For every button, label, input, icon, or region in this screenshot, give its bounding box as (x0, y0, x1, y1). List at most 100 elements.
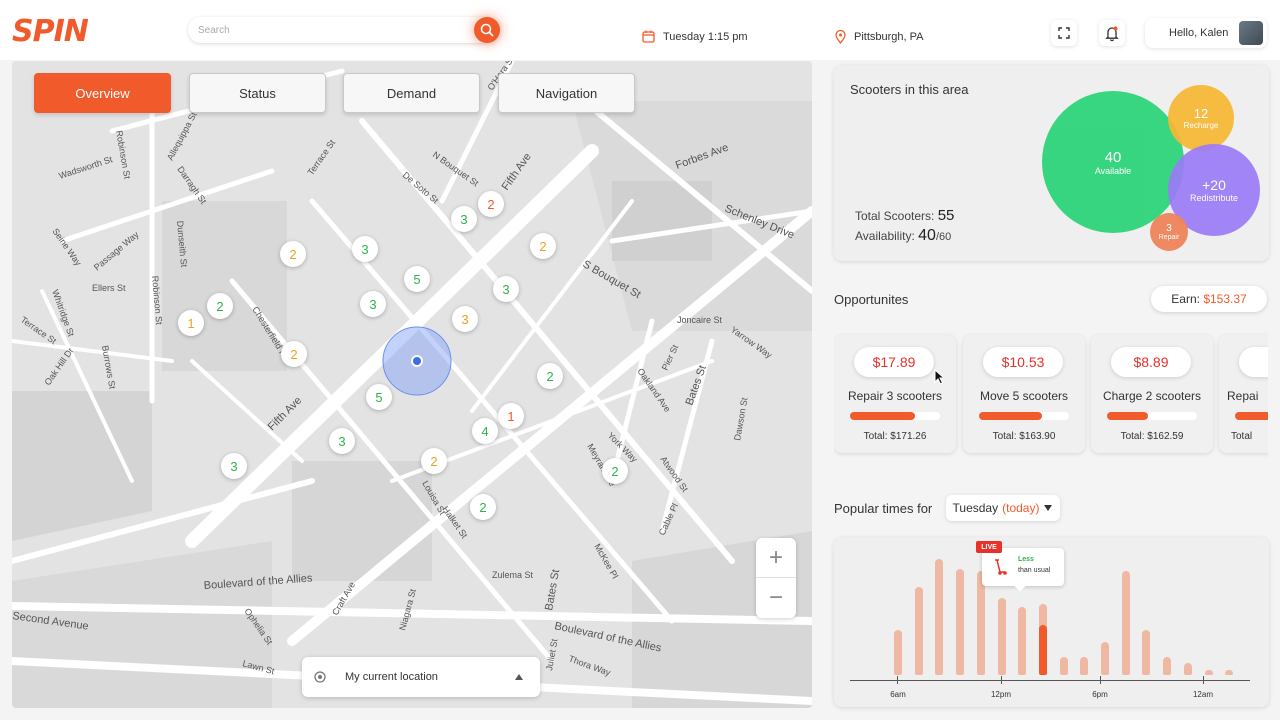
search-bar[interactable] (188, 17, 500, 43)
search-icon (480, 23, 494, 37)
popular-times-bar (1183, 663, 1192, 675)
popular-times-title: Popular times for (834, 501, 933, 516)
popular-times-live-bar (1038, 625, 1047, 675)
opportunity-card[interactable]: $8.89 Charge 2 scooters Total: $162.59 (1091, 335, 1213, 453)
map-canvas: Wadsworth St Robinson St Allequippa St D… (12, 61, 812, 708)
crosshair-icon (314, 671, 326, 683)
scooter-cluster-marker[interactable]: 3 (352, 236, 378, 262)
opportunity-progress-fill (850, 412, 915, 420)
bell-icon (1105, 26, 1119, 42)
opportunity-name: Move 5 scooters (979, 389, 1069, 403)
opportunity-progress (1235, 412, 1268, 420)
tab-overview[interactable]: Overview (34, 73, 171, 113)
popular-times-bar (1059, 657, 1068, 675)
day-selector[interactable]: Tuesday (today) (946, 495, 1060, 521)
search-button[interactable] (474, 17, 500, 43)
fullscreen-icon (1058, 27, 1070, 39)
opportunity-total: Total: $171.26 (863, 431, 927, 442)
opportunity-total: Total: $163.90 (992, 431, 1056, 442)
opportunity-price: $8.89 (1111, 347, 1191, 377)
opportunity-price: $ (1239, 347, 1268, 377)
opportunities-row: $17.89 Repair 3 scooters Total: $171.26 … (834, 61, 1268, 461)
location-display: Pittsburgh, PA (835, 30, 924, 44)
current-location-label: My current location (345, 671, 438, 683)
popular-times-bar (1121, 571, 1130, 675)
scooter-cluster-marker[interactable]: 1 (178, 310, 204, 336)
axis-label: 12pm (990, 690, 1011, 699)
scooter-cluster-marker[interactable]: 3 (221, 453, 247, 479)
popular-times-bar (894, 630, 902, 675)
day-selector-suffix: (today) (1002, 501, 1040, 515)
user-menu[interactable]: Hello, Kalen (1145, 18, 1267, 48)
axis-tick (1203, 676, 1204, 684)
opportunity-name: Repai (1227, 389, 1259, 403)
opportunity-name: Repair 3 scooters (847, 389, 943, 403)
scooter-cluster-marker[interactable]: 2 (537, 363, 563, 389)
scooter-cluster-marker[interactable]: 2 (280, 241, 306, 267)
calendar-icon (642, 30, 655, 43)
opportunity-total: Total: $162.59 (1120, 431, 1184, 442)
popular-times-bar (1142, 630, 1151, 675)
scooter-cluster-marker[interactable]: 3 (451, 206, 477, 232)
popular-times-card: 6am 12pm 6pm 12am Less than usual LIVE (834, 537, 1269, 707)
day-selector-value: Tuesday (952, 501, 999, 515)
notifications-button[interactable] (1099, 20, 1125, 46)
tooltip-strong: Less (1018, 556, 1034, 563)
opportunity-price: $10.53 (983, 347, 1063, 377)
opportunity-card[interactable]: $ Repai Total (1219, 335, 1268, 453)
popular-times-bar (1163, 657, 1172, 675)
opportunity-card[interactable]: $17.89 Repair 3 scooters Total: $171.26 (834, 335, 956, 453)
popular-times-bar (1080, 657, 1089, 675)
scooter-cluster-marker[interactable]: 2 (207, 293, 233, 319)
scooter-cluster-marker[interactable]: 2 (530, 233, 556, 259)
opportunity-card[interactable]: $10.53 Move 5 scooters Total: $163.90 (963, 335, 1085, 453)
caret-down-icon (1044, 505, 1053, 511)
scooter-cluster-marker[interactable]: 5 (366, 384, 392, 410)
scooter-cluster-marker[interactable]: 3 (452, 306, 478, 332)
opportunity-progress (1107, 412, 1197, 420)
scooter-cluster-marker[interactable]: 2 (470, 494, 496, 520)
opportunity-progress (850, 412, 940, 420)
scooter-cluster-marker[interactable]: 2 (281, 341, 307, 367)
scooter-cluster-marker[interactable]: 4 (472, 418, 498, 444)
scooter-cluster-marker[interactable]: 2 (421, 448, 447, 474)
scooter-cluster-marker[interactable]: 1 (498, 403, 524, 429)
avatar (1239, 21, 1263, 45)
map-view[interactable]: Wadsworth St Robinson St Allequippa St D… (12, 61, 812, 708)
top-bar: SPIN Tuesday 1:15 pm Pittsburgh, PA Hell… (0, 0, 1280, 60)
popular-times-bar (997, 598, 1006, 675)
live-badge: LIVE (976, 541, 1002, 553)
opportunity-name: Charge 2 scooters (1102, 389, 1202, 403)
location-text: Pittsburgh, PA (854, 31, 924, 43)
zoom-controls: + − (756, 538, 796, 618)
popular-times-bar (956, 568, 965, 675)
current-location-selector[interactable]: My current location (302, 657, 540, 697)
scooter-cluster-marker[interactable]: 5 (404, 266, 430, 292)
scooter-cluster-marker[interactable]: 3 (493, 276, 519, 302)
popular-times-bar (935, 559, 944, 675)
tab-status[interactable]: Status (189, 73, 326, 113)
street-label: Zulema St (492, 570, 534, 580)
street-label: Joncaire St (677, 315, 723, 325)
chevron-up-icon (515, 674, 523, 680)
scooter-cluster-marker[interactable]: 2 (602, 458, 628, 484)
tab-navigation[interactable]: Navigation (498, 73, 635, 113)
axis-label: 12am (1192, 690, 1213, 699)
street-label: Ellers St (92, 283, 126, 293)
popular-times-bar (1204, 670, 1213, 675)
scooter-cluster-marker[interactable]: 3 (329, 428, 355, 454)
popular-times-bar (1225, 670, 1234, 675)
search-input[interactable] (198, 21, 458, 39)
scooter-cluster-marker[interactable]: 2 (478, 191, 504, 217)
right-panel: Scooters in this area Total Scooters: 55… (822, 61, 1280, 720)
axis-label: 6am (890, 690, 906, 699)
zoom-out-button[interactable]: − (756, 578, 796, 618)
opportunity-total: Total (1231, 431, 1253, 442)
axis-label: 6pm (1092, 690, 1108, 699)
scooter-cluster-marker[interactable]: 3 (360, 291, 386, 317)
fullscreen-button[interactable] (1051, 20, 1077, 46)
zoom-in-button[interactable]: + (756, 538, 796, 578)
spin-logo[interactable]: SPIN (12, 14, 89, 49)
tab-demand[interactable]: Demand (343, 73, 480, 113)
popular-times-bar (914, 586, 923, 675)
